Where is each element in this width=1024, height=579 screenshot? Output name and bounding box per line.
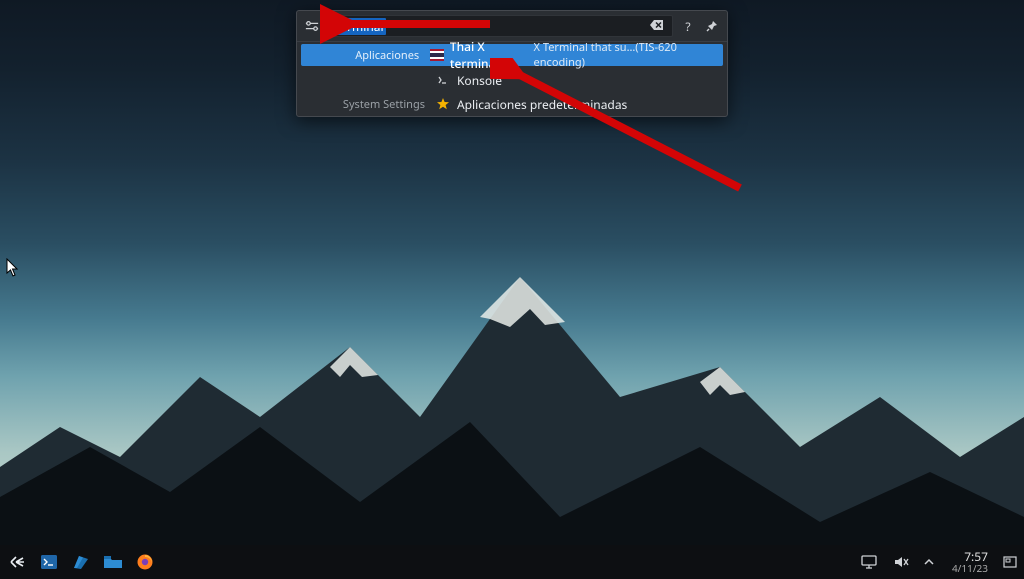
- result-desc: X Terminal that su…(TIS-620 encoding): [534, 40, 715, 70]
- help-glyph: ?: [685, 18, 690, 35]
- system-tray: 7:57 4/11/23: [858, 550, 1018, 574]
- tray-volume-muted-icon[interactable]: [890, 551, 912, 573]
- help-icon[interactable]: ?: [679, 17, 697, 35]
- krunner-popup: terminal ? Aplicaciones Thai X terminal …: [296, 10, 728, 117]
- result-category: Aplicaciones: [309, 48, 429, 63]
- taskbar-clock[interactable]: 7:57 4/11/23: [952, 550, 988, 574]
- result-row-default-apps[interactable]: System Settings Aplicaciones predetermin…: [297, 92, 727, 116]
- task-discover-icon[interactable]: [70, 551, 92, 573]
- show-desktop-icon[interactable]: [1002, 551, 1018, 573]
- mouse-cursor: [6, 258, 20, 278]
- terminal-icon: [435, 72, 451, 88]
- application-launcher-icon[interactable]: [6, 551, 28, 573]
- taskbar: 7:57 4/11/23: [0, 545, 1024, 579]
- pin-icon[interactable]: [703, 17, 721, 35]
- result-title: Aplicaciones predeterminadas: [457, 96, 627, 113]
- configure-icon[interactable]: [303, 17, 321, 35]
- search-text-selected: terminal: [334, 18, 386, 35]
- result-title: Konsole: [457, 72, 502, 89]
- task-system-settings-icon[interactable]: [38, 551, 60, 573]
- thai-flag-icon: [429, 47, 444, 63]
- krunner-search-input[interactable]: terminal: [327, 15, 673, 37]
- tray-expand-icon[interactable]: [922, 551, 936, 573]
- wallpaper-mountains: [0, 217, 1024, 547]
- star-icon: [435, 96, 451, 112]
- clock-date: 4/11/23: [952, 563, 988, 574]
- clear-input-icon[interactable]: [650, 18, 666, 35]
- krunner-results: Aplicaciones Thai X terminal X Terminal …: [297, 44, 727, 116]
- task-firefox-icon[interactable]: [134, 551, 156, 573]
- result-category: System Settings: [305, 97, 435, 112]
- result-row-thai-x-terminal[interactable]: Aplicaciones Thai X terminal X Terminal …: [301, 44, 723, 66]
- tray-display-icon[interactable]: [858, 551, 880, 573]
- result-title: Thai X terminal: [450, 38, 530, 72]
- task-dolphin-icon[interactable]: [102, 551, 124, 573]
